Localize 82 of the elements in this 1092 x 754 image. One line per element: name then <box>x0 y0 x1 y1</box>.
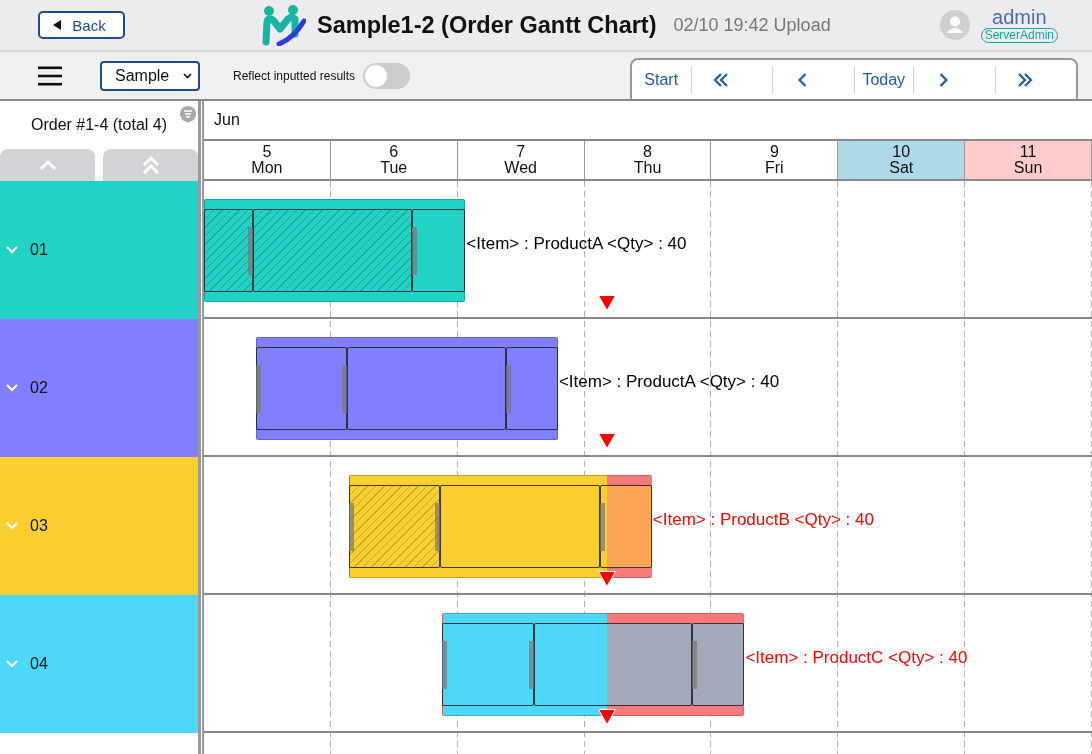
weekday-label: Tue <box>380 160 408 176</box>
order-number: 03 <box>30 517 48 535</box>
bar-segment[interactable] <box>253 209 413 292</box>
avatar-icon <box>939 10 970 40</box>
resize-handle[interactable] <box>248 227 254 275</box>
bar-caption: <Item> : ProductB <Qty> : 40 <box>652 509 874 531</box>
weekday-label: Mon <box>251 160 283 176</box>
bar-segment[interactable] <box>347 347 506 430</box>
bar-segment[interactable] <box>256 347 348 430</box>
bar-caption: <Item> : ProductA <Qty> : 40 <box>466 233 687 255</box>
view-select[interactable]: Sample <box>100 60 200 91</box>
order-bar[interactable] <box>348 475 652 578</box>
resize-handle[interactable] <box>348 503 354 551</box>
logo-icon <box>262 4 306 46</box>
double-chevron-right-icon <box>1016 72 1033 87</box>
bar-caption: <Item> : ProductA <Qty> : 40 <box>558 371 780 393</box>
reflect-results-toggle[interactable] <box>363 62 411 89</box>
day-number: 9 <box>769 144 779 160</box>
day-number: 11 <box>1019 144 1037 160</box>
order-number: 04 <box>30 655 48 673</box>
order-bar[interactable] <box>442 613 745 716</box>
triangle-marker-icon <box>598 709 617 725</box>
reflect-results-label: Reflect inputted results <box>233 68 356 83</box>
day-number: 10 <box>892 144 911 160</box>
filter-icon[interactable] <box>180 106 196 122</box>
chevron-up-icon <box>38 160 57 170</box>
month-label: Jun <box>214 111 240 129</box>
order-row[interactable]: 04 <box>0 595 198 733</box>
bar-caption: <Item> : ProductC <Qty> : 40 <box>745 647 968 669</box>
day-number: 5 <box>262 144 272 160</box>
menu-icon <box>38 65 62 86</box>
chevron-right-icon <box>938 72 948 87</box>
bar-segment[interactable] <box>505 347 558 430</box>
resize-handle[interactable] <box>256 365 261 413</box>
back-button[interactable]: Back <box>38 11 125 39</box>
bar-segment[interactable] <box>599 485 652 568</box>
resize-handle[interactable] <box>692 641 698 689</box>
user-name-link[interactable]: admin <box>992 7 1047 28</box>
bar-segment[interactable] <box>533 623 693 706</box>
chevron-down-icon[interactable] <box>6 384 18 392</box>
resize-handle[interactable] <box>412 227 418 275</box>
weekday-label: Fri <box>765 160 784 176</box>
triangle-left-icon <box>53 20 62 30</box>
triangle-marker-icon <box>598 571 617 587</box>
double-chevron-up-icon <box>141 156 160 174</box>
order-row[interactable]: 02 <box>0 319 198 457</box>
resize-handle[interactable] <box>599 503 605 551</box>
nav-button[interactable]: Today <box>854 60 913 99</box>
chevron-down-icon <box>183 72 192 79</box>
resize-handle[interactable] <box>434 503 440 551</box>
triangle-marker-icon <box>598 433 617 449</box>
bar-segment[interactable] <box>204 209 254 292</box>
order-number: 01 <box>30 241 48 259</box>
order-number: 02 <box>30 379 48 397</box>
resize-handle[interactable] <box>505 365 511 413</box>
weekday-label: Sat <box>889 160 914 176</box>
bar-segment[interactable] <box>412 209 466 292</box>
nav-button[interactable]: Start <box>632 60 691 99</box>
bar-segment[interactable] <box>348 485 440 568</box>
order-bar[interactable] <box>204 199 466 302</box>
menu-button[interactable] <box>38 65 62 86</box>
day-number: 6 <box>389 144 399 160</box>
triangle-marker-icon <box>598 295 617 311</box>
upload-info: 02/10 19:42 Upload <box>673 14 831 36</box>
order-range-label: Order #1-4 (total 4) <box>30 116 168 134</box>
order-row[interactable]: 01 <box>0 181 198 319</box>
weekday-label: Sun <box>1013 160 1043 176</box>
weekday-label: Wed <box>504 160 537 176</box>
resize-handle[interactable] <box>528 641 534 689</box>
resize-handle[interactable] <box>342 365 348 413</box>
bar-segment[interactable] <box>692 623 745 706</box>
double-chevron-left-icon <box>712 72 729 87</box>
order-bar[interactable] <box>256 337 558 440</box>
page-title: Sample1-2 (Order Gantt Chart) <box>317 11 657 39</box>
chevron-left-icon <box>797 72 807 87</box>
order-row[interactable]: 03 <box>0 457 198 595</box>
day-number: 8 <box>643 144 652 160</box>
weekday-label: Thu <box>633 160 662 176</box>
bar-segment[interactable] <box>439 485 600 568</box>
resize-handle[interactable] <box>442 641 448 689</box>
day-number: 7 <box>516 144 526 160</box>
bar-segment[interactable] <box>442 623 534 706</box>
